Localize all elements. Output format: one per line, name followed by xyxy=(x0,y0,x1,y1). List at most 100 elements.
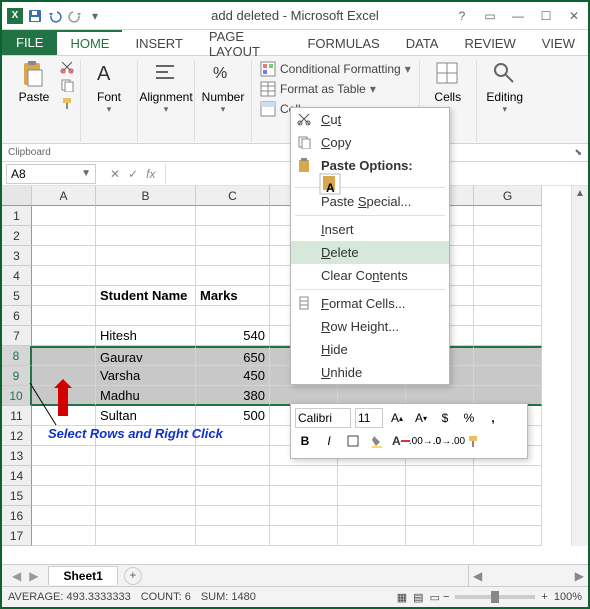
cell[interactable]: 500 xyxy=(196,406,270,426)
row-header[interactable]: 7 xyxy=(2,326,32,346)
col-header[interactable]: A xyxy=(32,186,96,206)
tab-page-layout[interactable]: PAGE LAYOUT xyxy=(196,30,295,55)
help-icon[interactable]: ? xyxy=(452,9,472,23)
redo-icon[interactable] xyxy=(66,7,84,25)
row-header[interactable]: 2 xyxy=(2,226,32,246)
cell[interactable] xyxy=(32,526,96,546)
cell[interactable] xyxy=(96,526,196,546)
cell[interactable] xyxy=(196,446,270,466)
row-header[interactable]: 11 xyxy=(2,406,32,426)
cell[interactable] xyxy=(96,266,196,286)
decrease-font-icon[interactable]: A▾ xyxy=(411,408,431,428)
cell[interactable] xyxy=(270,526,338,546)
row-header[interactable]: 15 xyxy=(2,486,32,506)
ribbon-display-icon[interactable]: ▭ xyxy=(480,9,500,23)
row-header[interactable]: 16 xyxy=(2,506,32,526)
undo-icon[interactable] xyxy=(46,7,64,25)
cell[interactable] xyxy=(196,466,270,486)
cell[interactable] xyxy=(196,206,270,226)
percent-format-icon[interactable]: % xyxy=(459,408,479,428)
tab-view[interactable]: VIEW xyxy=(529,30,588,55)
view-page-layout-icon[interactable]: ▤ xyxy=(413,591,423,604)
cell[interactable]: Sultan xyxy=(96,406,196,426)
sheet-tab[interactable]: Sheet1 xyxy=(48,566,117,585)
menu-cut[interactable]: Cut xyxy=(291,108,449,131)
select-all-corner[interactable] xyxy=(2,186,32,206)
cell[interactable] xyxy=(338,506,406,526)
editing-group[interactable]: Editing▾ xyxy=(483,60,527,115)
row-header[interactable]: 9 xyxy=(2,366,32,386)
font-group[interactable]: AFont▾ xyxy=(87,60,131,115)
col-header[interactable]: C xyxy=(196,186,270,206)
cell[interactable]: 450 xyxy=(196,366,270,386)
minimize-button[interactable]: — xyxy=(508,9,528,23)
qat-customize-icon[interactable]: ▾ xyxy=(86,7,104,25)
zoom-in-button[interactable]: + xyxy=(541,591,547,603)
cell[interactable] xyxy=(196,506,270,526)
cell[interactable] xyxy=(474,506,542,526)
zoom-level[interactable]: 100% xyxy=(554,591,582,603)
cell[interactable] xyxy=(96,446,196,466)
cell[interactable] xyxy=(32,246,96,266)
cell[interactable] xyxy=(474,366,542,386)
border-icon[interactable] xyxy=(343,431,363,451)
zoom-out-button[interactable]: − xyxy=(443,591,449,603)
cell[interactable] xyxy=(96,486,196,506)
menu-format-cells[interactable]: Format Cells... xyxy=(291,292,449,315)
cell[interactable] xyxy=(96,206,196,226)
row-header[interactable]: 13 xyxy=(2,446,32,466)
copy-icon[interactable] xyxy=(60,78,74,92)
menu-copy[interactable]: Copy xyxy=(291,131,449,154)
alignment-group[interactable]: Alignment▾ xyxy=(144,60,188,115)
name-box[interactable]: A8▼ xyxy=(6,164,96,184)
cell[interactable] xyxy=(32,326,96,346)
number-group[interactable]: %Number▾ xyxy=(201,60,245,115)
cell[interactable]: Madhu xyxy=(96,386,196,406)
save-icon[interactable] xyxy=(26,7,44,25)
cell[interactable] xyxy=(474,466,542,486)
row-header[interactable]: 10 xyxy=(2,386,32,406)
cell[interactable]: Student Name xyxy=(96,286,196,306)
cell[interactable]: Gaurav xyxy=(96,346,196,366)
cell[interactable] xyxy=(474,226,542,246)
cell[interactable] xyxy=(96,466,196,486)
cell[interactable] xyxy=(338,466,406,486)
cell[interactable] xyxy=(96,226,196,246)
menu-hide[interactable]: Hide xyxy=(291,338,449,361)
chevron-down-icon[interactable]: ▼ xyxy=(81,168,91,179)
cell[interactable] xyxy=(270,506,338,526)
row-header[interactable]: 6 xyxy=(2,306,32,326)
cell[interactable] xyxy=(96,306,196,326)
cell[interactable]: 540 xyxy=(196,326,270,346)
cell[interactable] xyxy=(474,266,542,286)
clipboard-launcher-icon[interactable]: ⬊ xyxy=(574,147,582,158)
font-family-select[interactable] xyxy=(295,408,351,428)
row[interactable]: 15 xyxy=(2,486,588,506)
bold-icon[interactable]: B xyxy=(295,431,315,451)
cell[interactable] xyxy=(196,526,270,546)
close-button[interactable]: ✕ xyxy=(564,9,584,23)
row-header[interactable]: 1 xyxy=(2,206,32,226)
sheet-prev-icon[interactable]: ◀ xyxy=(12,569,21,583)
cell[interactable] xyxy=(32,286,96,306)
fill-color-icon[interactable] xyxy=(367,431,387,451)
cell[interactable] xyxy=(32,306,96,326)
decrease-decimal-icon[interactable]: .0→.00 xyxy=(439,431,459,451)
conditional-formatting-button[interactable]: Conditional Formatting▾ xyxy=(258,60,413,78)
cell[interactable] xyxy=(196,246,270,266)
cell[interactable] xyxy=(32,446,96,466)
cell[interactable] xyxy=(338,526,406,546)
accounting-format-icon[interactable]: $ xyxy=(435,408,455,428)
row-header[interactable]: 17 xyxy=(2,526,32,546)
cell[interactable]: 650 xyxy=(196,346,270,366)
hscroll[interactable]: ◀▶ xyxy=(468,565,588,586)
menu-delete[interactable]: Delete xyxy=(291,241,449,264)
enter-formula-icon[interactable]: ✓ xyxy=(128,167,138,181)
tab-formulas[interactable]: FORMULAS xyxy=(294,30,392,55)
tab-file[interactable]: FILE xyxy=(2,30,57,55)
row-header[interactable]: 12 xyxy=(2,426,32,446)
cell[interactable] xyxy=(96,506,196,526)
row-header[interactable]: 14 xyxy=(2,466,32,486)
menu-insert[interactable]: Insert xyxy=(291,218,449,241)
cell[interactable] xyxy=(406,506,474,526)
